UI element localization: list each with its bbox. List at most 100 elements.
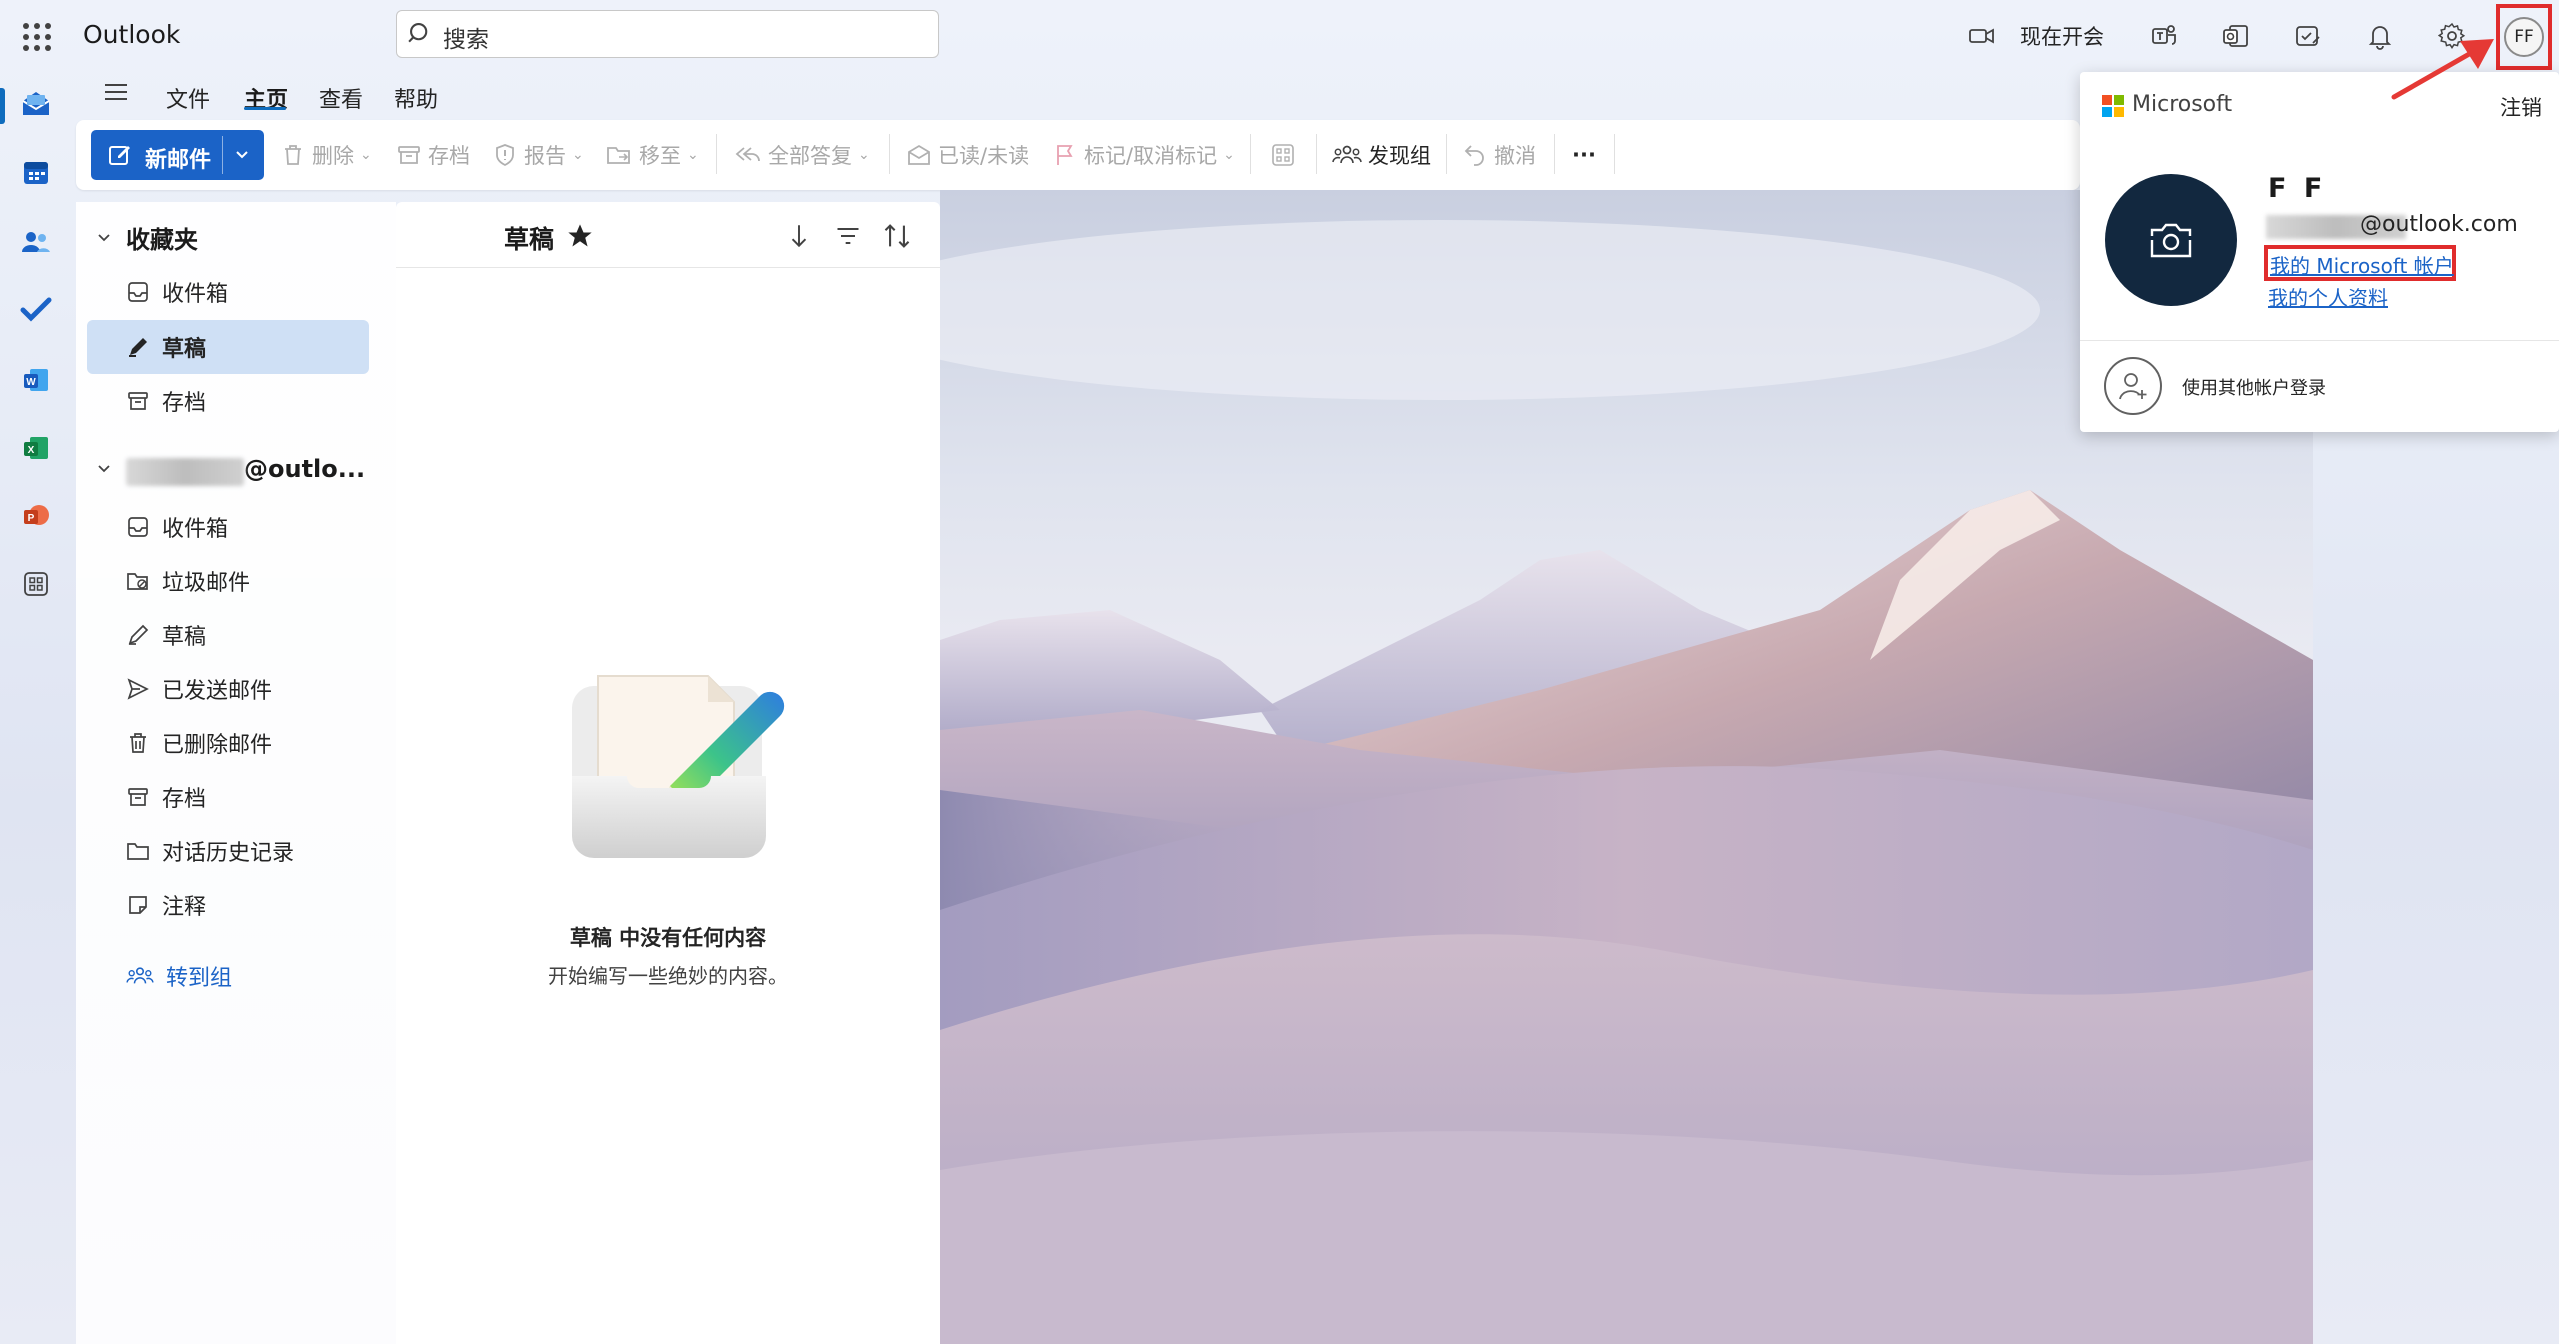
read-unread-button[interactable]: 已读/未读	[906, 140, 1029, 170]
camera-icon	[2150, 223, 2192, 258]
favorite-drafts[interactable]: 草稿	[126, 327, 206, 367]
folder-deleted[interactable]: 已删除邮件	[126, 723, 272, 763]
folder-drafts[interactable]: 草稿	[126, 615, 206, 655]
my-microsoft-account-link[interactable]: 我的 Microsoft 帐户	[2270, 250, 2454, 279]
junk-folder-icon	[127, 573, 148, 590]
delete-button[interactable]: 删除 ⌄	[280, 140, 372, 170]
chevron-down-icon	[98, 465, 110, 473]
mail-app-icon[interactable]	[16, 84, 56, 124]
archive-label: 存档	[428, 144, 470, 168]
favorite-archive[interactable]: 存档	[126, 381, 206, 421]
undo-label: 撤消	[1494, 144, 1536, 168]
app-brand: Outlook	[83, 20, 181, 49]
microsoft-label: Microsoft	[2132, 92, 2233, 117]
folder-archive[interactable]: 存档	[126, 777, 206, 817]
folder-notes[interactable]: 注释	[126, 885, 206, 925]
teams-icon[interactable]	[2144, 16, 2184, 56]
search-box[interactable]: 搜索	[396, 10, 939, 58]
more-apps-icon[interactable]	[16, 564, 56, 604]
svg-text:P: P	[28, 513, 35, 524]
redacted-email	[126, 458, 244, 486]
apps-grid-button[interactable]	[1270, 140, 1296, 170]
empty-state-title: 草稿 中没有任何内容	[569, 926, 767, 950]
reply-all-icon	[735, 147, 760, 162]
flag-button[interactable]: 标记/取消标记 ⌄	[1052, 140, 1235, 170]
meet-now-button[interactable]: 现在开会	[2020, 21, 2104, 51]
powerpoint-app-icon[interactable]: P	[16, 496, 56, 536]
active-tab-underline	[244, 107, 286, 110]
app-launcher-icon[interactable]	[18, 18, 54, 54]
chevron-down-icon	[98, 233, 110, 241]
add-account-icon[interactable]	[2104, 357, 2162, 415]
my-microsoft-account-highlight: 我的 Microsoft 帐户	[2264, 245, 2456, 281]
discover-groups-button[interactable]: 发现组	[1332, 140, 1431, 170]
folder-sent[interactable]: 已发送邮件	[126, 669, 272, 709]
favorite-inbox[interactable]: 收件箱	[126, 272, 228, 312]
trash-icon	[285, 145, 301, 165]
report-label: 报告	[524, 144, 566, 168]
favorites-header[interactable]: 收藏夹	[96, 220, 198, 255]
new-mail-button[interactable]: 新邮件	[91, 130, 264, 180]
rail-active-indicator	[0, 88, 5, 124]
favorite-star-icon[interactable]	[566, 222, 594, 250]
tab-view[interactable]: 查看	[319, 82, 363, 114]
todo-app-icon[interactable]	[16, 290, 56, 330]
undo-button[interactable]: 撤消	[1462, 140, 1536, 170]
flyout-divider	[2080, 340, 2559, 341]
go-to-groups-link[interactable]: 转到组	[126, 960, 232, 992]
sign-in-other-account[interactable]: 使用其他帐户登录	[2182, 374, 2326, 400]
account-title: @outlo...	[244, 455, 366, 483]
discover-groups-label: 发现组	[1368, 144, 1431, 168]
avatar-initials: FF	[2504, 17, 2544, 57]
flag-label: 标记/取消标记	[1084, 144, 1218, 168]
archive-icon	[128, 788, 148, 806]
chevron-down-icon[interactable]	[233, 148, 251, 162]
annotation-arrow	[2390, 35, 2500, 105]
shield-icon	[496, 144, 514, 167]
profile-photo-button[interactable]	[2105, 174, 2237, 306]
send-icon	[127, 678, 149, 700]
groups-icon	[1332, 145, 1362, 164]
trash-icon	[130, 733, 146, 753]
calendar-app-icon[interactable]	[16, 152, 56, 192]
read-unread-label: 已读/未读	[938, 144, 1030, 168]
svg-text:X: X	[28, 445, 35, 456]
more-options-button[interactable]: ···	[1572, 140, 1596, 170]
pencil-icon	[129, 338, 147, 357]
folder-icon	[127, 843, 149, 860]
filter-icon[interactable]	[834, 222, 862, 250]
groups-icon	[126, 967, 154, 984]
move-label: 移至	[639, 144, 681, 168]
folder-inbox[interactable]: 收件箱	[126, 507, 228, 547]
sort-direction-icon[interactable]	[786, 222, 812, 250]
word-app-icon[interactable]: W	[16, 360, 56, 400]
video-camera-icon[interactable]	[1962, 16, 2002, 56]
tasks-icon[interactable]	[2288, 16, 2328, 56]
excel-app-icon[interactable]: X	[16, 428, 56, 468]
note-icon	[129, 896, 147, 914]
sort-icon[interactable]	[882, 222, 912, 250]
folder-conversation-history[interactable]: 对话历史记录	[126, 831, 294, 871]
account-avatar-button[interactable]: FF	[2496, 4, 2552, 70]
hamburger-menu-icon[interactable]	[102, 80, 130, 104]
folder-junk[interactable]: 垃圾邮件	[126, 561, 250, 601]
my-profile-link[interactable]: 我的个人资料	[2268, 282, 2388, 311]
move-button[interactable]: 移至 ⌄	[605, 140, 699, 170]
svg-text:W: W	[26, 377, 36, 388]
sign-out-button[interactable]: 注销	[2500, 92, 2542, 122]
reply-all-button[interactable]: 全部答复 ⌄	[734, 140, 870, 170]
tab-file[interactable]: 文件	[166, 82, 210, 114]
tab-help[interactable]: 帮助	[394, 82, 438, 114]
favorites-title: 收藏夹	[126, 226, 198, 254]
inbox-icon	[128, 517, 148, 537]
report-button[interactable]: 报告 ⌄	[492, 140, 584, 170]
archive-icon	[398, 146, 420, 164]
envelope-open-icon	[908, 144, 930, 165]
message-list-title: 草稿	[504, 225, 555, 254]
people-app-icon[interactable]	[16, 222, 56, 262]
archive-button[interactable]: 存档	[396, 140, 470, 170]
microsoft-logo-icon	[2102, 95, 2124, 117]
grid-icon	[1272, 144, 1294, 166]
flag-icon	[1057, 145, 1073, 165]
outlook-icon[interactable]	[2216, 16, 2256, 56]
